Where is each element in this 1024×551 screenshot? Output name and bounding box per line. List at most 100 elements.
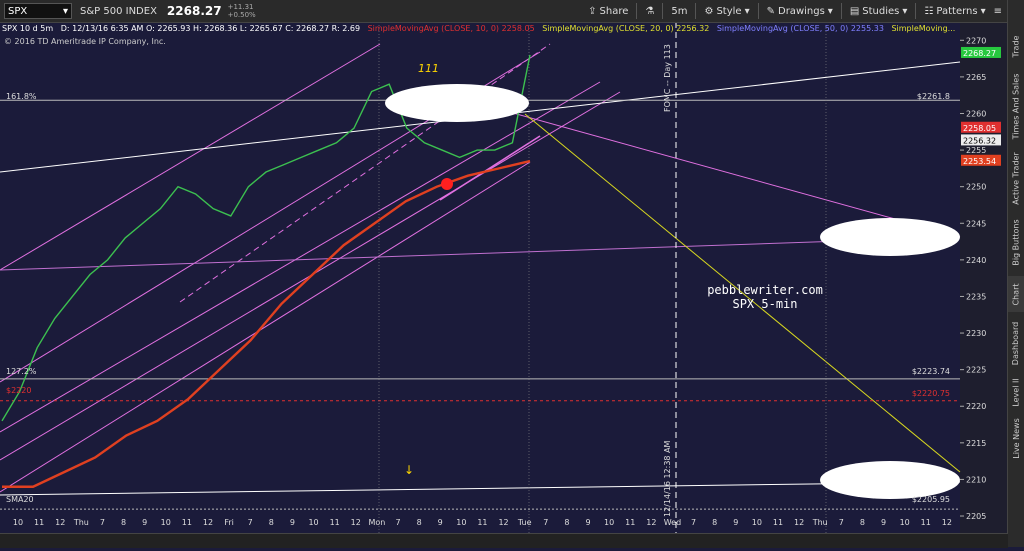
sidebar-tab-active-trader[interactable]: Active Trader	[1008, 148, 1024, 208]
y-tick-label: 2210	[966, 475, 986, 484]
separator	[840, 3, 842, 19]
target-ellipse-mid	[820, 218, 960, 256]
sidebar-tab-dashboard[interactable]: Dashboard	[1008, 318, 1024, 368]
x-tick-label: 7	[395, 518, 400, 527]
legend-sma10: SimpleMovingAvg (CLOSE, 10, 0) 2258.05	[367, 24, 535, 33]
interval-button[interactable]: 5m	[671, 6, 687, 17]
bottom-scrollbar[interactable]	[0, 533, 1008, 548]
y-tick-label: 2230	[966, 329, 986, 338]
x-tick-label: 11	[477, 518, 487, 527]
price-chart[interactable]: ↓ 161.8% 127.2% $2220 SMA20 111 FOMC -- …	[0, 22, 1008, 547]
level-2223-label: $2223.74	[912, 367, 950, 376]
sidebar-tab-big-buttons[interactable]: Big Buttons	[1008, 214, 1024, 270]
y-tick-label: 2245	[966, 219, 986, 228]
symbol-name: S&P 500 INDEX	[80, 5, 157, 17]
change-value: +11.31	[227, 3, 254, 11]
share-icon: ⇪	[588, 5, 597, 17]
x-tick-label: Thu	[73, 518, 89, 527]
separator	[662, 3, 664, 19]
price-badge-label: 2258.05	[963, 124, 996, 133]
x-tick-label: 11	[773, 518, 783, 527]
level-2205-label: $2205.95	[912, 495, 950, 504]
top-toolbar: SPX ▾ S&P 500 INDEX 2268.27 +11.31 +0.50%…	[0, 0, 1008, 23]
watermark-subtitle: SPX 5-min	[732, 297, 797, 311]
x-tick-label: 7	[543, 518, 548, 527]
red-left-label: $2220	[6, 386, 31, 395]
x-tick-label: 9	[733, 518, 738, 527]
legend-sma20: SimpleMovingAvg (CLOSE, 20, 0) 2256.32	[542, 24, 710, 33]
time-marker-label: 12/14/16 12:38 AM	[663, 440, 672, 517]
studies-icon: ▤	[849, 5, 860, 17]
chevron-down-icon: ▾	[62, 5, 68, 17]
x-tick-label: 12	[794, 518, 804, 527]
level-2261-label: $2261.8	[917, 92, 950, 101]
x-tick-label: 12	[351, 518, 361, 527]
patterns-label: Patterns	[936, 5, 978, 17]
target-ellipse-bottom	[820, 461, 960, 499]
share-label: Share	[599, 5, 629, 17]
x-tick-label: 11	[34, 518, 44, 527]
x-tick-label: 8	[417, 518, 422, 527]
menu-button[interactable]: ≡	[994, 6, 1002, 17]
legend-ohlc: D: 12/13/16 6:35 AM O: 2265.93 H: 2268.3…	[60, 24, 361, 33]
change-percent: +0.50%	[227, 11, 256, 19]
chevron-down-icon: ▾	[902, 5, 908, 17]
y-tick-label: 2250	[966, 183, 986, 192]
sidebar-tab-trade[interactable]: Trade	[1008, 28, 1024, 64]
x-tick-label: 8	[712, 518, 717, 527]
separator	[915, 3, 917, 19]
x-tick-label: Thu	[812, 518, 828, 527]
pencil-icon: ✎	[766, 5, 775, 17]
x-tick-label: 8	[121, 518, 126, 527]
fomc-label: FOMC -- Day 113	[663, 44, 672, 112]
target-ellipse-top	[385, 84, 529, 122]
y-tick-label: 2205	[966, 512, 986, 521]
sma200-touch-dot	[441, 178, 453, 190]
watermark-site: pebblewriter.com	[707, 283, 823, 297]
x-tick-label: Mon	[368, 518, 385, 527]
x-tick-label: 11	[921, 518, 931, 527]
studies-button[interactable]: ▤ Studies ▾	[850, 6, 908, 17]
price-badge-label: 2253.54	[963, 157, 996, 166]
x-tick-label: Tue	[517, 518, 532, 527]
legend-title: SPX 10 d 5m	[2, 24, 54, 33]
sidebar-tab-times-and-sales[interactable]: Times And Sales	[1008, 70, 1024, 142]
x-tick-label: 11	[330, 518, 340, 527]
x-tick-label: 8	[564, 518, 569, 527]
sidebar-tab-label: Chart	[1011, 283, 1021, 305]
x-tick-label: 12	[203, 518, 213, 527]
y-tick-label: 2235	[966, 292, 986, 301]
copyright-text: © 2016 TD Ameritrade IP Company, Inc.	[4, 37, 166, 46]
sidebar-tab-chart[interactable]: Chart	[1008, 276, 1024, 312]
chart-area[interactable]: ↓ 161.8% 127.2% $2220 SMA20 111 FOMC -- …	[0, 22, 1008, 547]
symbol-text: SPX	[8, 5, 28, 17]
share-button[interactable]: ⇪ Share	[588, 6, 628, 17]
y-tick-label: 2270	[966, 36, 986, 45]
drawings-label: Drawings	[778, 5, 825, 17]
sidebar-tab-live-news[interactable]: Live News	[1008, 416, 1024, 460]
x-tick-label: 10	[308, 518, 318, 527]
x-tick-label: 10	[161, 518, 171, 527]
studies-label: Studies	[862, 5, 900, 17]
y-tick-label: 2260	[966, 109, 986, 118]
chevron-down-icon: ▾	[827, 5, 833, 17]
drawings-button[interactable]: ✎ Drawings ▾	[767, 6, 833, 17]
sidebar-tab-label: Times And Sales	[1011, 73, 1021, 139]
x-tick-label: 10	[456, 518, 466, 527]
y-tick-label: 2265	[966, 73, 986, 82]
symbol-selector[interactable]: SPX ▾	[4, 3, 72, 19]
y-tick-label: 2220	[966, 402, 986, 411]
sidebar-tab-label: Active Trader	[1011, 151, 1021, 205]
x-tick-label: 9	[142, 518, 147, 527]
separator	[695, 3, 697, 19]
right-sidebar: Trade Times And Sales Active Trader Big …	[1007, 0, 1024, 547]
patterns-icon: ☷	[924, 5, 934, 17]
x-tick-label: 12	[55, 518, 65, 527]
x-tick-label: 11	[182, 518, 192, 527]
sidebar-tab-level-ii[interactable]: Level II	[1008, 372, 1024, 412]
x-tick-label: 7	[100, 518, 105, 527]
style-button[interactable]: ⚙ Style ▾	[704, 6, 749, 17]
patterns-button[interactable]: ☷ Patterns ▾	[924, 6, 985, 17]
flask-button[interactable]: ⚗	[645, 6, 654, 17]
x-tick-label: 10	[900, 518, 910, 527]
